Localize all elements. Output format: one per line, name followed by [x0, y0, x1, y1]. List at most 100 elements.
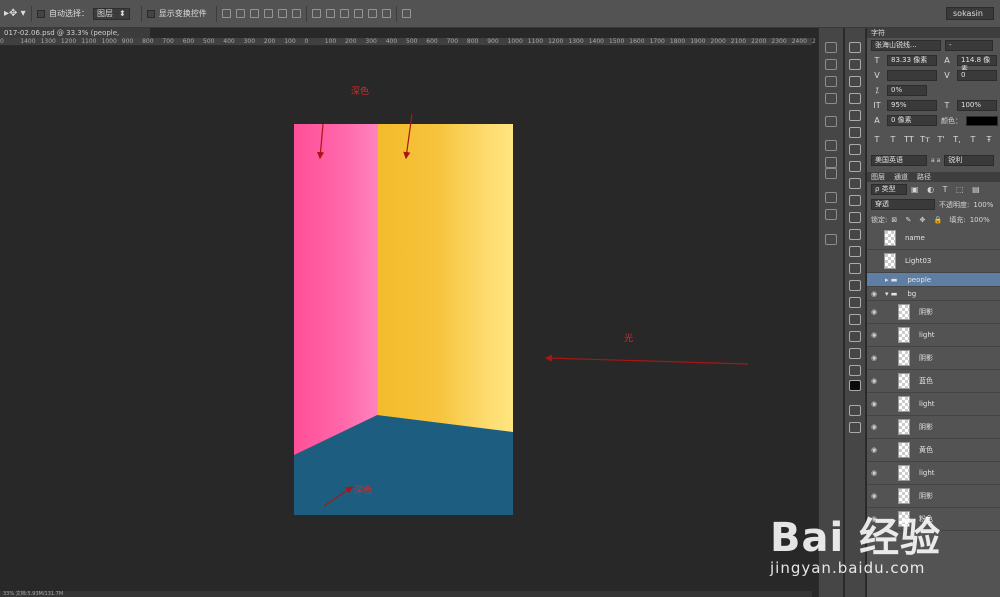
lock-icons[interactable]: ⊠ ✎ ✥ 🔒	[891, 216, 945, 224]
canvas-area[interactable]: 深色 光 深色	[0, 46, 812, 591]
history-icon[interactable]	[825, 157, 837, 168]
swatches-icon[interactable]	[825, 59, 837, 70]
eyedropper-icon[interactable]	[849, 127, 861, 138]
layer-row[interactable]: ▸ ▬ people	[867, 273, 1000, 287]
distribute-vcenter-icon[interactable]	[325, 9, 335, 18]
layer-row[interactable]: name	[867, 227, 1000, 250]
layer-row[interactable]: ◉ 阴影	[867, 347, 1000, 370]
align-bottom-icon[interactable]	[249, 9, 259, 18]
align-left-icon[interactable]	[263, 9, 273, 18]
crop-tool-icon[interactable]	[849, 110, 861, 121]
kuler-icon[interactable]	[825, 168, 837, 179]
magic-wand-icon[interactable]	[849, 93, 861, 104]
visibility-eye-icon[interactable]: ◉	[867, 308, 881, 316]
layer-row[interactable]: ◉ 阴影	[867, 416, 1000, 439]
text-style-button[interactable]: T	[967, 135, 979, 144]
kerning-field[interactable]	[887, 70, 937, 81]
opacity-value[interactable]: 100%	[973, 201, 993, 209]
visibility-eye-icon[interactable]: ◉	[867, 354, 881, 362]
text-style-button[interactable]: TT	[903, 135, 915, 144]
font-family-select[interactable]: 张海山锐线...	[871, 40, 941, 51]
layer-row[interactable]: Light03	[867, 250, 1000, 273]
path-select-icon[interactable]	[849, 314, 861, 325]
adjustments-icon[interactable]	[825, 116, 837, 127]
tool-presets-icon[interactable]	[825, 76, 837, 87]
text-color-swatch[interactable]	[966, 115, 998, 126]
clone-source-icon[interactable]	[825, 140, 837, 151]
character-panel-header[interactable]: 字符	[867, 28, 1000, 38]
properties-icon[interactable]	[825, 192, 837, 203]
document-tab[interactable]: 017-02.06.psd @ 33.3% (people, RGB/8) * …	[0, 28, 150, 47]
antialias-select[interactable]: 锐利	[944, 155, 995, 166]
align-hcenter-icon[interactable]	[277, 9, 287, 18]
layer-row[interactable]: ◉ 黄色	[867, 439, 1000, 462]
tab-paths[interactable]: 路径	[917, 172, 931, 182]
eraser-tool-icon[interactable]	[849, 212, 861, 223]
align-vcenter-icon[interactable]	[235, 9, 245, 18]
workspace-switcher[interactable]: sokasin	[946, 7, 994, 20]
visibility-eye-icon[interactable]: ◉	[867, 377, 881, 385]
lasso-tool-icon[interactable]	[849, 76, 861, 87]
text-style-button[interactable]: Ŧ	[983, 135, 995, 144]
show-transform-checkbox[interactable]	[146, 9, 155, 18]
brush-settings-icon[interactable]	[825, 42, 837, 53]
leading-field[interactable]: 114.8 像素	[957, 55, 997, 73]
layer-row[interactable]: ◉ light	[867, 393, 1000, 416]
quick-mask-icon[interactable]	[849, 405, 861, 416]
screen-mode-icon[interactable]	[849, 422, 861, 433]
layer-row[interactable]: ◉ 阴影	[867, 301, 1000, 324]
visibility-eye-icon[interactable]: ◉	[867, 400, 881, 408]
blend-mode-select[interactable]: 穿透	[871, 199, 935, 210]
visibility-eye-icon[interactable]: ◉	[867, 331, 881, 339]
font-style-select[interactable]: -	[945, 40, 993, 51]
layer-row[interactable]: ◉ ▾ ▬ bg	[867, 287, 1000, 301]
hand-tool-icon[interactable]	[849, 348, 861, 359]
brush-tool-icon[interactable]	[849, 161, 861, 172]
distribute-top-icon[interactable]	[311, 9, 321, 18]
layer-filter-select[interactable]: ρ 类型	[871, 184, 907, 195]
dodge-tool-icon[interactable]	[849, 263, 861, 274]
layer-row[interactable]: ◉ light	[867, 462, 1000, 485]
distribute-right-icon[interactable]	[381, 9, 391, 18]
tab-character[interactable]: 字符	[871, 28, 885, 38]
text-style-button[interactable]: T,	[951, 135, 963, 144]
healing-brush-icon[interactable]	[849, 144, 861, 155]
distribute-hcenter-icon[interactable]	[367, 9, 377, 18]
auto-select-dropdown[interactable]: 图层 ⬍	[93, 7, 130, 20]
info-icon[interactable]	[825, 209, 837, 220]
vertical-scale-field[interactable]: 95%	[887, 100, 937, 111]
align-top-icon[interactable]	[221, 9, 231, 18]
zoom-tool-icon[interactable]	[849, 365, 861, 376]
tracking-field[interactable]: 0	[957, 70, 997, 81]
folder-icon[interactable]: ▸ ▬	[885, 276, 897, 284]
visibility-eye-icon[interactable]: ◉	[867, 492, 881, 500]
move-tool-icon[interactable]	[849, 42, 861, 53]
font-size-field[interactable]: 83.33 像素	[887, 55, 937, 66]
gradient-tool-icon[interactable]	[849, 229, 861, 240]
visibility-eye-icon[interactable]: ◉	[867, 290, 881, 298]
history-brush-icon[interactable]	[849, 195, 861, 206]
text-style-button[interactable]: T	[887, 135, 899, 144]
fill-value[interactable]: 100%	[970, 216, 990, 224]
baseline-field[interactable]: 0 像素	[887, 115, 937, 126]
folder-icon[interactable]: ▾ ▬	[885, 290, 897, 298]
language-select[interactable]: 美国英语	[871, 155, 927, 166]
auto-select-checkbox[interactable]	[37, 9, 45, 18]
navigator-icon[interactable]	[825, 234, 837, 245]
distribute-left-icon[interactable]	[353, 9, 363, 18]
text-style-button[interactable]: T	[871, 135, 883, 144]
layer-row[interactable]: ◉ 蓝色	[867, 370, 1000, 393]
pen-tool-icon[interactable]	[849, 280, 861, 291]
visibility-eye-icon[interactable]: ◉	[867, 469, 881, 477]
tab-channels[interactable]: 通道	[894, 172, 908, 182]
type-tool-icon[interactable]	[849, 297, 861, 308]
blur-tool-icon[interactable]	[849, 246, 861, 257]
distribute-bottom-icon[interactable]	[339, 9, 349, 18]
actions-icon[interactable]	[825, 93, 837, 104]
foreground-color-icon[interactable]	[849, 380, 861, 391]
text-style-button[interactable]: Tт	[919, 135, 931, 144]
horizontal-ruler[interactable]: 0 1400 1300 1200 1100 1000 900 800 700 600 500 400 3…	[0, 38, 816, 46]
shape-tool-icon[interactable]	[849, 331, 861, 342]
visibility-eye-icon[interactable]: ◉	[867, 446, 881, 454]
align-right-icon[interactable]	[291, 9, 301, 18]
